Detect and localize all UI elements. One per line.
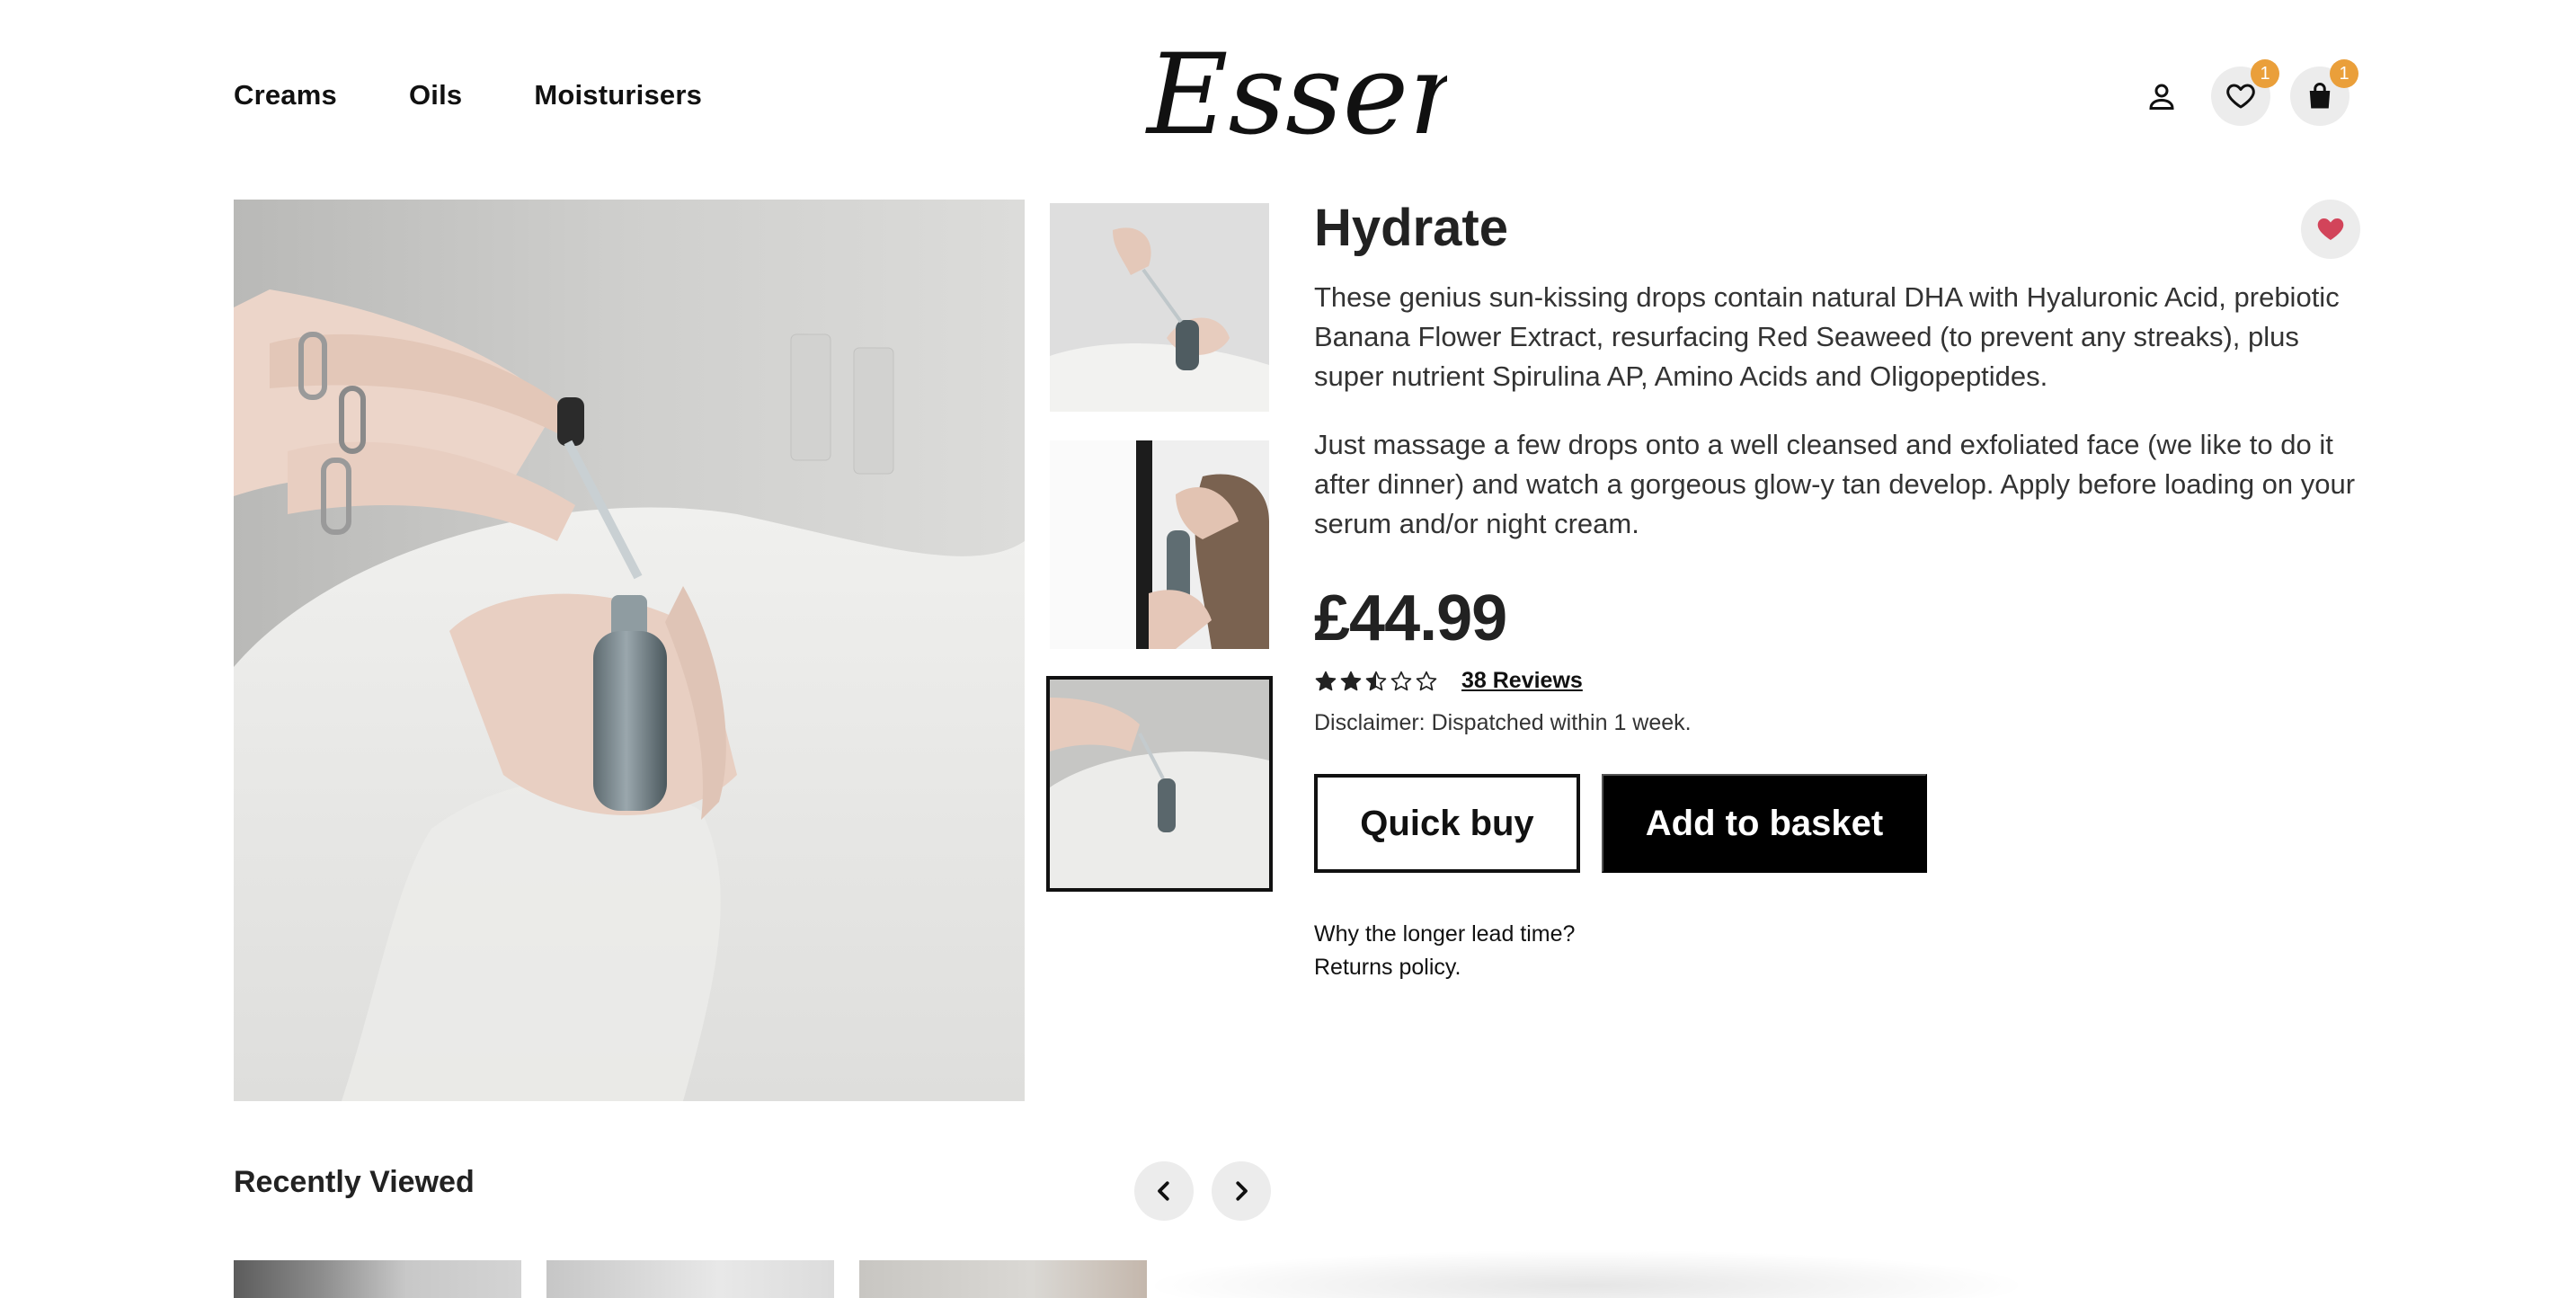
main-product-image	[234, 200, 1025, 1101]
chevron-left-icon	[1158, 1181, 1169, 1201]
basket-button[interactable]: 1	[2290, 59, 2358, 126]
nav-oils[interactable]: Oils	[409, 79, 462, 111]
info-links: Why the longer lead time? Returns policy…	[1314, 918, 2357, 984]
wishlist-button[interactable]: 1	[2211, 59, 2279, 126]
purchase-actions: Quick buy Add to basket	[1314, 774, 2357, 873]
nav-moisturisers[interactable]: Moisturisers	[534, 79, 702, 111]
thumbnail-3-selected[interactable]	[1046, 676, 1273, 892]
recently-viewed-item-3[interactable]	[859, 1260, 1147, 1298]
heart-filled-icon	[2317, 218, 2344, 240]
basket-count-badge: 1	[2330, 59, 2358, 88]
product-price: £44.99	[1314, 582, 1507, 654]
favourite-button[interactable]	[2301, 200, 2360, 259]
brand-logo[interactable]: Essence	[1141, 38, 1447, 155]
product-description-2: Just massage a few drops onto a well cle…	[1314, 429, 2356, 539]
star-empty-icon	[1390, 671, 1412, 690]
add-to-basket-button[interactable]: Add to basket	[1602, 774, 1927, 873]
user-icon	[2149, 84, 2174, 110]
brand-logo-text: Essence	[1145, 38, 1447, 155]
quick-buy-button[interactable]: Quick buy	[1314, 774, 1580, 873]
carousel-shadow	[1141, 1249, 2031, 1298]
product-info: Hydrate These genius sun-kissing drops c…	[1314, 196, 2360, 984]
carousel-next-button[interactable]	[1212, 1161, 1271, 1221]
chevron-right-icon	[1236, 1181, 1248, 1201]
star-rating	[1314, 670, 1438, 693]
star-empty-icon	[1416, 671, 1437, 690]
thumbnail-1[interactable]	[1050, 203, 1269, 412]
rating-row: 38 Reviews	[1314, 668, 2357, 694]
account-button[interactable]	[2132, 67, 2191, 126]
recently-viewed-item-1[interactable]	[234, 1260, 521, 1298]
nav-creams[interactable]: Creams	[234, 79, 337, 111]
carousel-prev-button[interactable]	[1134, 1161, 1194, 1221]
dispatch-disclaimer: Disclaimer: Dispatched within 1 week.	[1314, 710, 1692, 735]
shopping-bag-icon	[2309, 83, 2331, 109]
recently-viewed-title: Recently Viewed	[234, 1165, 475, 1199]
wishlist-count-badge: 1	[2251, 59, 2279, 88]
header-actions: 1 1	[2132, 59, 2358, 126]
heart-outline-icon	[2226, 84, 2255, 109]
star-full-icon	[1340, 671, 1362, 690]
star-full-icon	[1315, 671, 1337, 690]
returns-policy-link[interactable]: Returns policy.	[1314, 951, 2357, 984]
thumbnail-2[interactable]	[1050, 440, 1269, 649]
carousel-controls	[1134, 1161, 1271, 1221]
lead-time-link[interactable]: Why the longer lead time?	[1314, 918, 2357, 951]
main-nav: Creams Oils Moisturisers	[234, 79, 702, 111]
recently-viewed-item-2[interactable]	[546, 1260, 834, 1298]
reviews-link[interactable]: 38 Reviews	[1461, 668, 1583, 694]
product-description-1: These genius sun-kissing drops contain n…	[1314, 281, 2340, 392]
product-title: Hydrate	[1314, 199, 1508, 257]
star-half-icon	[1365, 671, 1387, 690]
